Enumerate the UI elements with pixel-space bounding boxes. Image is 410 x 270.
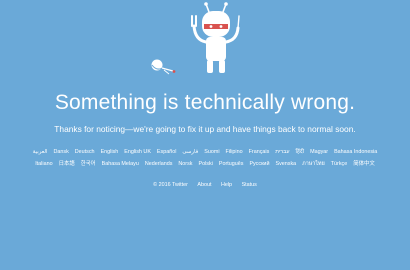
error-illustration bbox=[140, 0, 280, 82]
language-link[interactable]: ภาษาไทย bbox=[302, 158, 325, 170]
language-link[interactable]: हिंदी bbox=[296, 146, 305, 158]
language-link[interactable]: Norsk bbox=[178, 158, 192, 170]
language-link[interactable]: Nederlands bbox=[145, 158, 173, 170]
language-link[interactable]: Русский bbox=[249, 158, 269, 170]
language-link[interactable]: Svenska bbox=[275, 158, 296, 170]
robot-illustration bbox=[151, 2, 240, 75]
language-link[interactable]: العربية bbox=[33, 146, 48, 158]
language-link[interactable]: Polski bbox=[198, 158, 212, 170]
language-link[interactable]: Dansk bbox=[54, 146, 69, 158]
language-link[interactable]: 日本語 bbox=[59, 158, 75, 170]
language-link[interactable]: עברית bbox=[275, 146, 289, 158]
copyright: © 2016 Twitter bbox=[153, 182, 188, 188]
language-link[interactable]: English UK bbox=[124, 146, 151, 158]
language-link[interactable]: Bahasa Melayu bbox=[102, 158, 139, 170]
language-link[interactable]: 한국어 bbox=[81, 158, 96, 170]
language-link[interactable]: Deutsch bbox=[75, 146, 95, 158]
error-headline: Something is technically wrong. bbox=[54, 91, 356, 114]
error-message: Thanks for noticing—we're going to fix i… bbox=[54, 124, 356, 134]
footer-link-status[interactable]: Status bbox=[242, 182, 257, 188]
broken-part-icon bbox=[151, 59, 176, 75]
language-link[interactable]: Français bbox=[249, 146, 270, 158]
language-link[interactable]: Español bbox=[157, 146, 176, 158]
language-link[interactable]: Suomi bbox=[204, 146, 219, 158]
language-link[interactable]: Bahasa Indonesia bbox=[334, 146, 377, 158]
footer-link-about[interactable]: About bbox=[197, 182, 211, 188]
language-link[interactable]: Magyar bbox=[310, 146, 328, 158]
language-list: العربية Dansk Deutsch English English UK Espa… bbox=[20, 146, 390, 170]
language-link[interactable]: English bbox=[101, 146, 119, 158]
language-link[interactable]: 简体中文 bbox=[353, 158, 375, 170]
footer: © 2016 Twitter About Help Status bbox=[0, 182, 410, 188]
language-link[interactable]: Filipino bbox=[226, 146, 243, 158]
language-link[interactable]: Türkçe bbox=[331, 158, 347, 170]
language-link[interactable]: Português bbox=[219, 158, 244, 170]
footer-link-help[interactable]: Help bbox=[221, 182, 232, 188]
language-link[interactable]: فارسی bbox=[182, 146, 198, 158]
robot-visor bbox=[204, 24, 228, 29]
language-link[interactable]: Italiano bbox=[35, 158, 52, 170]
